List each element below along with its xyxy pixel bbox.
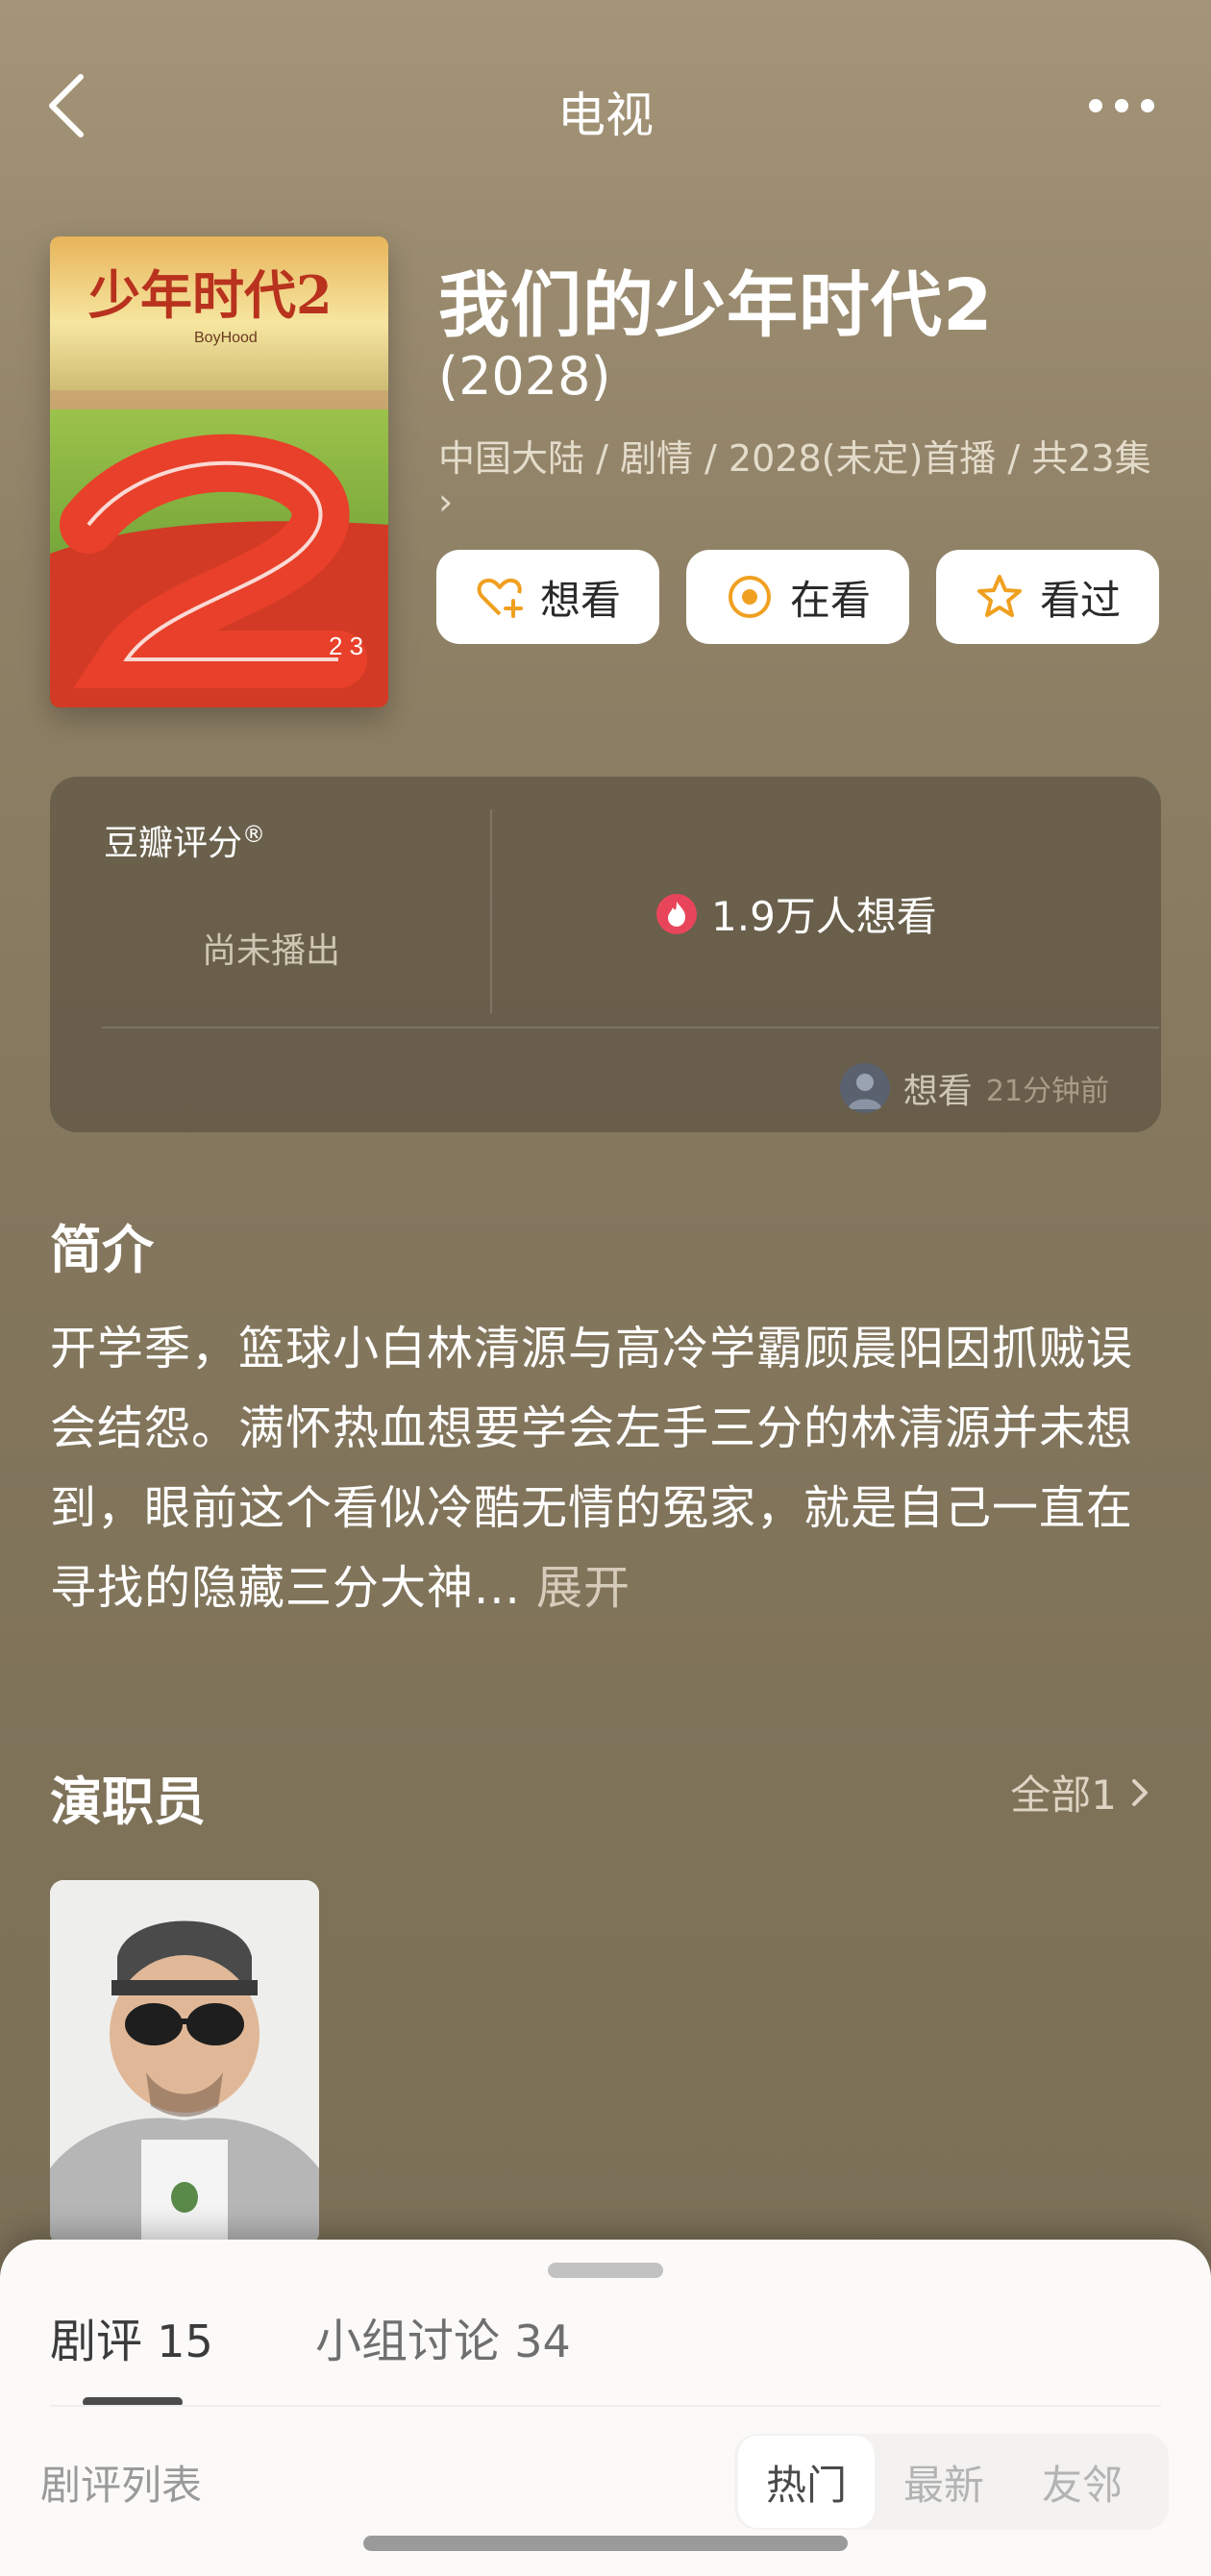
poster-subtitle: BoyHood bbox=[194, 330, 258, 346]
rating-divider-horizontal bbox=[102, 1027, 1159, 1028]
more-dots-icon bbox=[1089, 99, 1154, 112]
nav-title: 电视 bbox=[557, 87, 654, 143]
cast-title: 演职员 bbox=[50, 1771, 206, 1832]
poster-title: 少年时代2 bbox=[88, 264, 333, 326]
heart-plus-icon bbox=[477, 578, 523, 618]
want-to-watch-label: 想看 bbox=[539, 576, 621, 624]
want-count-text: 1.9万人想看 bbox=[711, 893, 937, 940]
svg-text:2 3: 2 3 bbox=[329, 632, 363, 660]
rating-card[interactable]: 豆瓣评分® 尚未播出 1.9万人想看 想看 21分钟前 bbox=[50, 777, 1161, 1132]
subject-meta[interactable]: 中国大陆 / 剧情 / 2028(未定)首播 / 共23集 bbox=[438, 434, 1169, 483]
watched-button[interactable]: 看过 bbox=[936, 550, 1159, 644]
tab-groups-label: 小组讨论 bbox=[315, 2315, 501, 2368]
tab-groups-count: 34 bbox=[514, 2316, 571, 2367]
sheet-drag-handle[interactable] bbox=[548, 2263, 663, 2278]
recent-activity[interactable]: 想看 21分钟前 bbox=[839, 1063, 1109, 1113]
sort-segmented-control: 热门 最新 友邻 bbox=[734, 2434, 1169, 2530]
cast-all-label: 全部1 bbox=[1010, 1771, 1117, 1819]
watching-button[interactable]: 在看 bbox=[686, 550, 909, 644]
rating-divider bbox=[490, 809, 492, 1013]
target-icon bbox=[728, 576, 771, 618]
user-avatar-image bbox=[839, 1063, 890, 1113]
rating-status: 尚未播出 bbox=[201, 931, 340, 971]
tab-reviews-count: 15 bbox=[157, 2316, 213, 2367]
intro-text: 开学季，篮球小白林清源与高冷学霸顾晨阳因抓贼误会结怨。满怀热血想要学会左手三分的… bbox=[50, 1309, 1165, 1628]
watched-label: 看过 bbox=[1039, 576, 1121, 624]
watching-label: 在看 bbox=[789, 576, 871, 624]
tab-reviews[interactable]: 剧评 15 bbox=[50, 2303, 213, 2370]
tab-group-discussion[interactable]: 小组讨论 34 bbox=[315, 2303, 571, 2370]
top-nav-bar: 电视 bbox=[0, 58, 1211, 154]
poster-artwork: 2 3 少年时代2 BoyHood bbox=[50, 236, 388, 707]
chevron-right-icon bbox=[1132, 1778, 1148, 1806]
subject-title: 我们的少年时代2 bbox=[438, 264, 994, 347]
cast-all-link[interactable]: 全部1 bbox=[1010, 1763, 1153, 1821]
fire-icon bbox=[656, 893, 697, 934]
poster-image[interactable]: 2 3 少年时代2 BoyHood bbox=[50, 236, 388, 707]
reviews-bottom-sheet[interactable]: 剧评 15 小组讨论 34 剧评列表 热门 最新 友邻 bbox=[0, 2240, 1211, 2576]
sort-latest-button[interactable]: 最新 bbox=[903, 2453, 984, 2512]
want-to-watch-button[interactable]: 想看 bbox=[436, 550, 659, 644]
tab-reviews-label: 剧评 bbox=[50, 2315, 143, 2368]
avatar[interactable] bbox=[839, 1063, 890, 1113]
home-indicator[interactable] bbox=[363, 2536, 848, 2551]
cast-photo-image bbox=[50, 1880, 319, 2245]
recent-action: 想看 bbox=[902, 1072, 973, 1111]
action-buttons: 想看 在看 看过 bbox=[436, 550, 1163, 644]
meta-more-icon[interactable]: › bbox=[438, 481, 453, 523]
expand-link[interactable]: 展开 bbox=[536, 1561, 630, 1615]
want-count: 1.9万人想看 bbox=[655, 884, 937, 943]
sort-hot-button[interactable]: 热门 bbox=[738, 2436, 875, 2528]
sort-friends-button[interactable]: 友邻 bbox=[1042, 2453, 1123, 2512]
review-list-title: 剧评列表 bbox=[40, 2462, 203, 2509]
cast-member-photo[interactable] bbox=[50, 1880, 319, 2245]
star-icon bbox=[976, 575, 1022, 617]
more-button[interactable] bbox=[1078, 77, 1165, 135]
subject-year: (2028) bbox=[438, 346, 611, 407]
rating-label: 豆瓣评分® bbox=[104, 821, 266, 863]
intro-title: 简介 bbox=[50, 1220, 154, 1280]
sheet-divider bbox=[50, 2405, 1161, 2407]
registered-mark: ® bbox=[242, 821, 266, 848]
recent-time: 21分钟前 bbox=[985, 1075, 1109, 1108]
